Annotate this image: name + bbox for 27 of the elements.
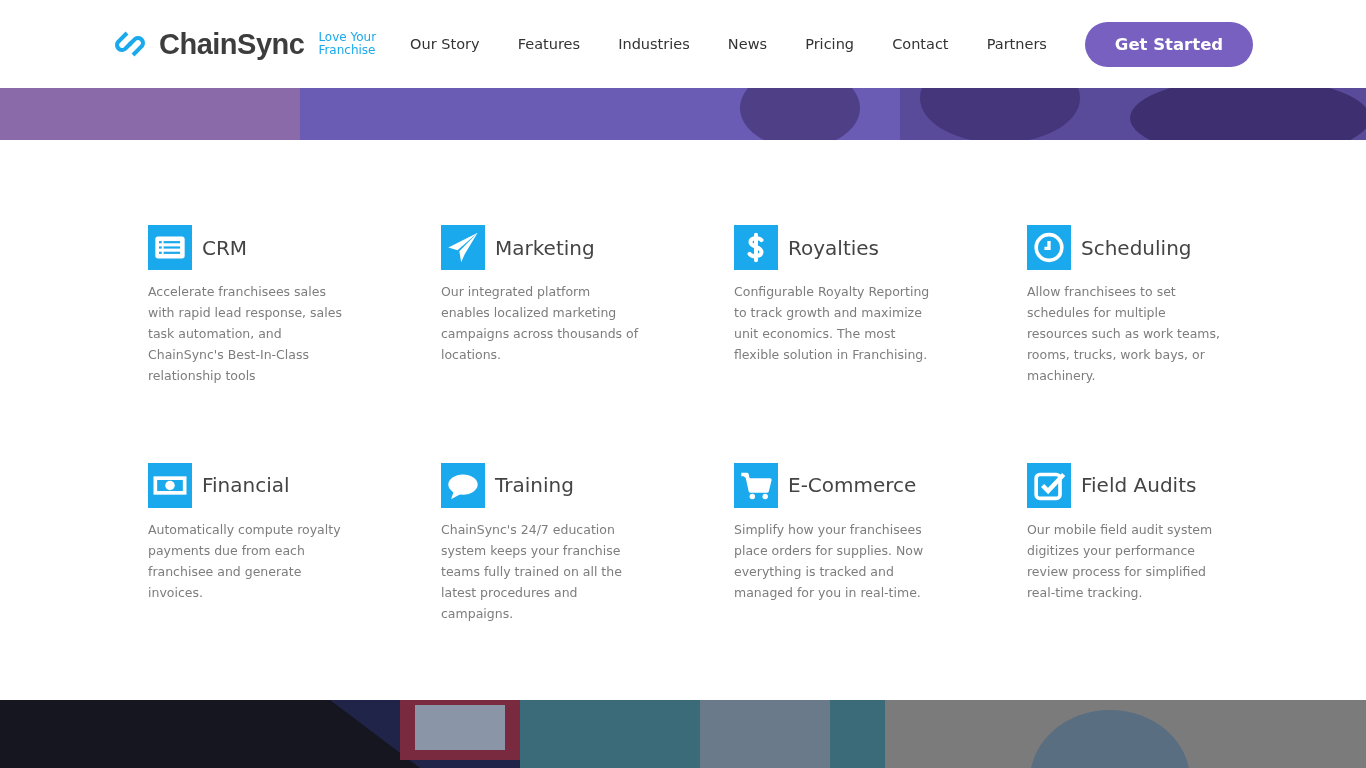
feature-title: CRM: [202, 235, 248, 260]
logo-wordmark[interactable]: ChainSync: [159, 27, 305, 61]
nav-link[interactable]: Partners: [986, 36, 1047, 52]
feature-description: Simplify how your franchisees place orders for supplies. Now everything is tracked and managed for you in real-time.: [734, 520, 925, 602]
nav-link[interactable]: News: [727, 36, 768, 52]
feature-title: Field Audits: [1081, 473, 1197, 497]
get-started-button[interactable]: Get Started: [1085, 21, 1253, 67]
nav-link[interactable]: Our Story: [410, 36, 480, 52]
nav-link[interactable]: Features: [517, 36, 581, 52]
tagline: Love Your: [318, 31, 377, 44]
tagline: Franchise: [318, 44, 377, 57]
feature-description: Our mobile field audit system digitizes your performance review process for simplified real-time tracking.: [1027, 520, 1214, 602]
feature-description: Our integrated platform enables localized marketing campaigns across thousands of locations.: [441, 283, 639, 364]
nav-link[interactable]: Contact: [892, 36, 949, 52]
feature-description: Accelerate franchisees sales with rapid lead response, sales task automation, and ChainSync's Best-In-Class relationship tools: [148, 283, 343, 385]
nav-link[interactable]: Pricing: [805, 36, 855, 52]
feature-title: E-Commerce: [788, 473, 917, 497]
nav-link[interactable]: Industries: [618, 36, 690, 52]
feature-title: Scheduling: [1081, 235, 1192, 260]
feature-title: Marketing: [495, 235, 595, 260]
feature-description: ChainSync's 24/7 education system keeps your franchise teams fully trained on all the latest procedures and campaigns.: [441, 520, 623, 623]
feature-description: Automatically compute royalty payments due from each franchisee and generate invoices.: [148, 520, 342, 602]
feature-description: Allow franchisees to set schedules for multiple resources such as work teams, rooms, trucks, work bays, or machinery.: [1027, 283, 1222, 385]
feature-title: Financial: [202, 473, 290, 497]
feature-description: Configurable Royalty Reporting to track growth and maximize unit economics. The most flexible solution in Franchising.: [734, 283, 931, 364]
feature-title: Training: [495, 473, 574, 497]
feature-title: Royalties: [788, 235, 879, 260]
